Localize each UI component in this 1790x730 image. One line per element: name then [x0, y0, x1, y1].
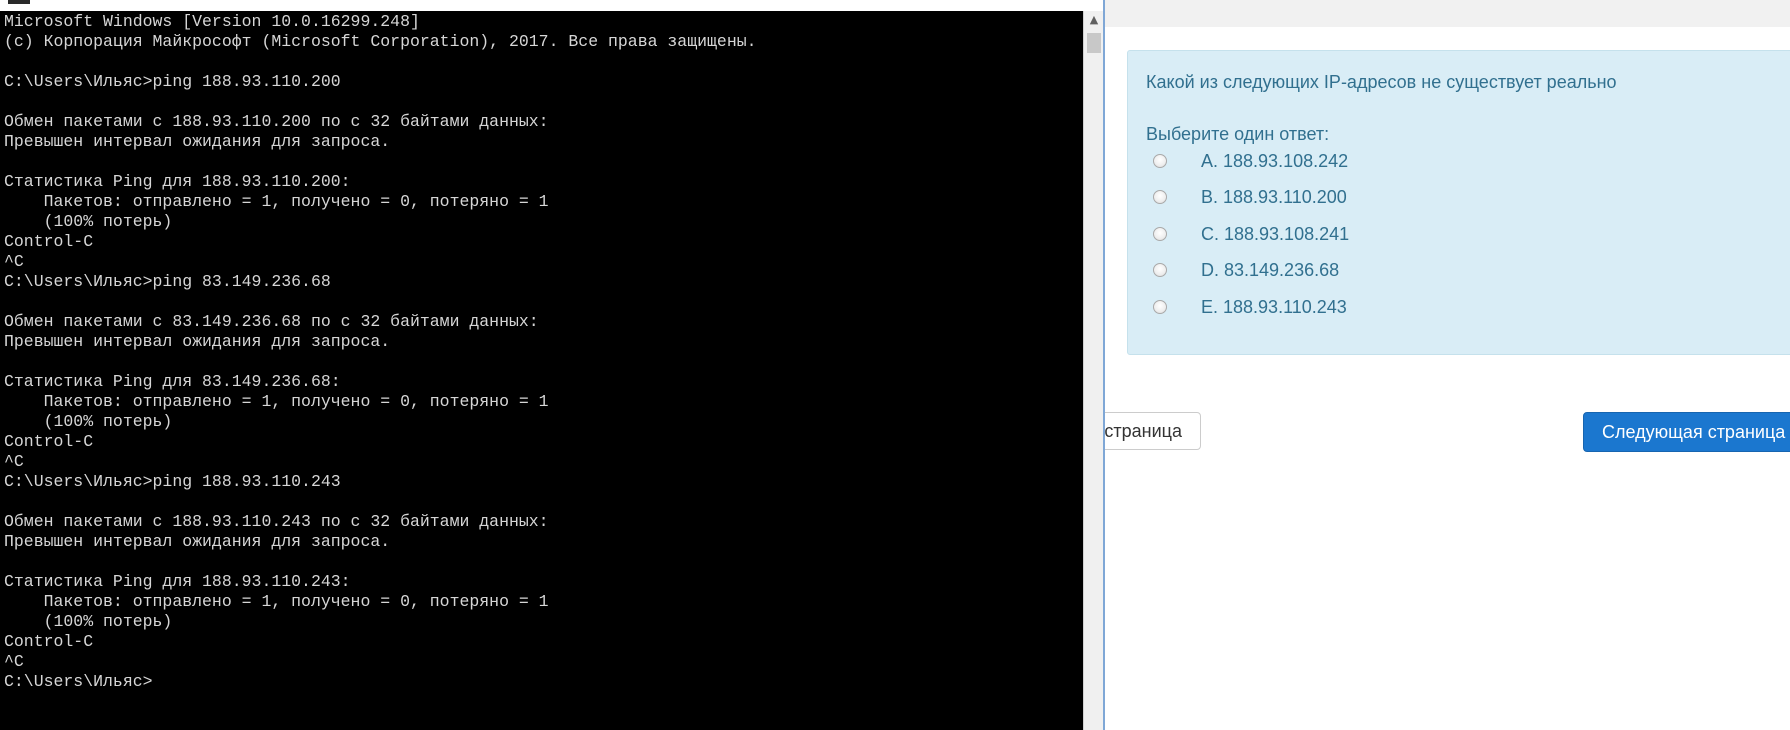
console-line: (100% потерь)	[4, 412, 173, 431]
console-output[interactable]: Microsoft Windows [Version 10.0.16299.24…	[4, 12, 1079, 730]
console-line: Control-C	[4, 232, 94, 251]
console-line: (100% потерь)	[4, 212, 173, 231]
console-line: ^C	[4, 452, 24, 471]
question-panel: Какой из следующих IP-адресов не существ…	[1127, 50, 1790, 355]
radio-button-b[interactable]	[1153, 190, 1167, 204]
window-titlebar[interactable]	[0, 0, 1105, 11]
answer-option-label[interactable]: D. 83.149.236.68	[1201, 260, 1339, 281]
console-line: C:\Users\Ильяс>ping 188.93.110.243	[4, 472, 341, 491]
answer-option-a[interactable]: A. 188.93.108.242	[1153, 151, 1553, 177]
command-prompt-window[interactable]: Microsoft Windows [Version 10.0.16299.24…	[0, 0, 1105, 730]
console-line: ^C	[4, 252, 24, 271]
answer-option-label[interactable]: B. 188.93.110.200	[1201, 187, 1347, 208]
console-line: ^C	[4, 652, 24, 671]
console-line: Статистика Ping для 188.93.110.200:	[4, 172, 351, 191]
answer-option-label[interactable]: E. 188.93.110.243	[1201, 297, 1347, 318]
console-line: (c) Корпорация Майкрософт (Microsoft Cor…	[4, 32, 757, 51]
window-border	[1103, 0, 1105, 730]
desktop-screen: Какой из следующих IP-адресов не существ…	[0, 0, 1790, 730]
page-header-strip	[1100, 0, 1790, 27]
scroll-up-arrow-icon[interactable]: ▲	[1084, 11, 1104, 29]
answer-option-d[interactable]: D. 83.149.236.68	[1153, 260, 1553, 286]
answer-option-c[interactable]: C. 188.93.108.241	[1153, 224, 1553, 250]
console-line: Превышен интервал ожидания для запроса.	[4, 532, 391, 551]
console-line: Control-C	[4, 632, 94, 651]
console-line: C:\Users\Ильяс>ping 83.149.236.68	[4, 272, 331, 291]
console-line: C:\Users\Ильяс>	[4, 672, 153, 691]
console-line: Превышен интервал ожидания для запроса.	[4, 332, 391, 351]
radio-button-c[interactable]	[1153, 227, 1167, 241]
console-line: Пакетов: отправлено = 1, получено = 0, п…	[4, 392, 549, 411]
console-line: Пакетов: отправлено = 1, получено = 0, п…	[4, 192, 549, 211]
answer-option-label[interactable]: A. 188.93.108.242	[1201, 151, 1348, 172]
question-text: Какой из следующих IP-адресов не существ…	[1146, 72, 1617, 92]
answer-option-e[interactable]: E. 188.93.110.243	[1153, 297, 1553, 323]
next-page-button[interactable]: Следующая страница	[1583, 412, 1790, 452]
console-line: Microsoft Windows [Version 10.0.16299.24…	[4, 12, 420, 31]
console-line: C:\Users\Ильяс>ping 188.93.110.200	[4, 72, 341, 91]
quiz-page: Какой из следующих IP-адресов не существ…	[1080, 0, 1790, 730]
console-line: Статистика Ping для 188.93.110.243:	[4, 572, 351, 591]
console-line: (100% потерь)	[4, 612, 173, 631]
console-line: Статистика Ping для 83.149.236.68:	[4, 372, 341, 391]
radio-button-a[interactable]	[1153, 154, 1167, 168]
answer-prompt: Выберите один ответ:	[1146, 124, 1330, 144]
answer-option-label[interactable]: C. 188.93.108.241	[1201, 224, 1349, 245]
radio-button-d[interactable]	[1153, 263, 1167, 277]
console-line: Превышен интервал ожидания для запроса.	[4, 132, 391, 151]
console-app-icon	[8, 0, 30, 4]
console-line: Обмен пакетами с 83.149.236.68 по с 32 б…	[4, 312, 539, 331]
vertical-scrollbar[interactable]: ▲	[1083, 11, 1104, 730]
console-line: Пакетов: отправлено = 1, получено = 0, п…	[4, 592, 549, 611]
console-line: Обмен пакетами с 188.93.110.243 по с 32 …	[4, 512, 549, 531]
answer-option-b[interactable]: B. 188.93.110.200	[1153, 187, 1553, 213]
radio-button-e[interactable]	[1153, 300, 1167, 314]
scrollbar-thumb[interactable]	[1087, 33, 1101, 53]
console-line: Обмен пакетами с 188.93.110.200 по с 32 …	[4, 112, 549, 131]
console-line: Control-C	[4, 432, 94, 451]
